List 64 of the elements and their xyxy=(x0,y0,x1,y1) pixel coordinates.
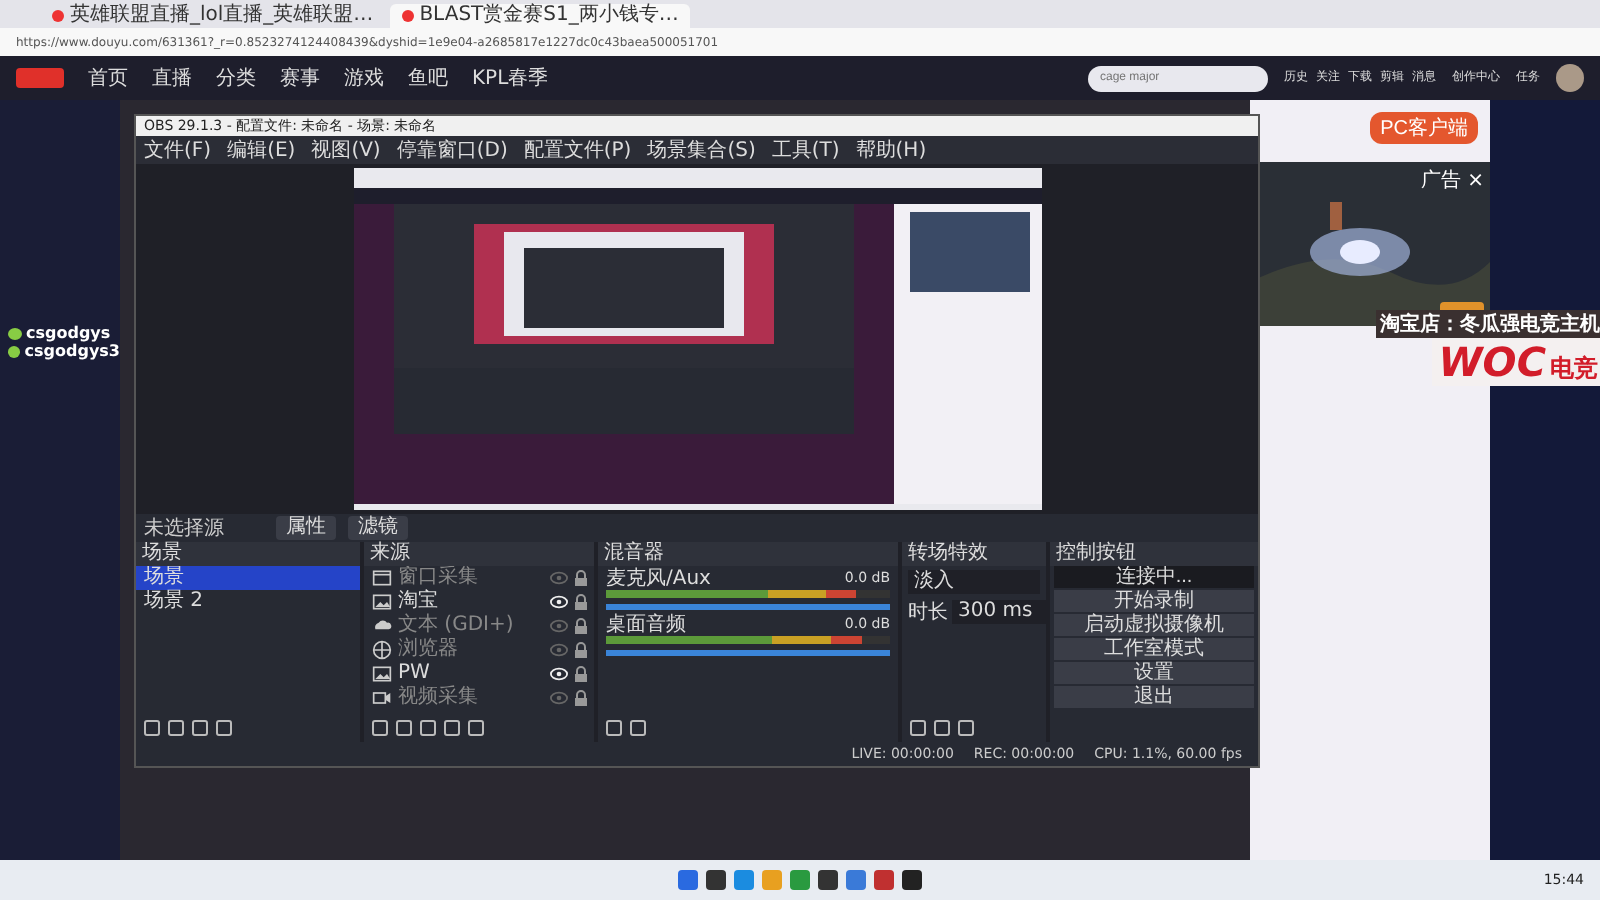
browser-tab[interactable]: BLAST赏金赛S1_两小钱专… xyxy=(389,4,691,28)
nav-link[interactable]: 分类 xyxy=(216,64,256,92)
panel-header: 转场特效 xyxy=(902,542,1046,566)
panel-header: 混音器 xyxy=(598,542,898,566)
menu-item[interactable]: 编辑(E) xyxy=(227,136,296,164)
channel-name: 桌面音频 xyxy=(606,614,686,636)
scene-item[interactable]: 场景 2 xyxy=(136,590,360,614)
nav-link[interactable]: 首页 xyxy=(88,64,128,92)
source-type-icon xyxy=(372,640,392,660)
avatar[interactable] xyxy=(1556,64,1584,92)
menu-item[interactable]: 工具(T) xyxy=(771,136,840,164)
client-button[interactable]: PC客户端 xyxy=(1370,112,1478,144)
control-button[interactable]: 设置 xyxy=(1054,662,1254,684)
chat-username: csgodgys3 xyxy=(0,342,120,360)
source-type-icon xyxy=(372,688,392,708)
lock-icon[interactable] xyxy=(574,570,588,586)
lock-icon[interactable] xyxy=(574,642,588,658)
browser-tab[interactable]: 英雄联盟直播_lol直播_英雄联盟… xyxy=(40,4,386,28)
control-button[interactable]: 退出 xyxy=(1054,686,1254,708)
lock-icon[interactable] xyxy=(574,618,588,634)
control-button[interactable]: 启动虚拟摄像机 xyxy=(1054,614,1254,636)
lock-icon[interactable] xyxy=(574,666,588,682)
source-type-icon xyxy=(372,664,392,684)
nav-link[interactable]: KPL春季 xyxy=(472,64,549,92)
source-item[interactable]: 文本 (GDI+) xyxy=(398,614,544,638)
lock-icon[interactable] xyxy=(574,594,588,610)
source-type-icon xyxy=(372,568,392,588)
menu-item[interactable]: 配置文件(P) xyxy=(523,136,632,164)
source-label: 未选择源 xyxy=(144,515,226,541)
source-item[interactable]: 视频采集 xyxy=(398,686,544,710)
menu-item[interactable]: 帮助(H) xyxy=(855,136,927,164)
lock-icon[interactable] xyxy=(574,690,588,706)
menu-item[interactable]: 视图(V) xyxy=(311,136,381,164)
nav-link[interactable]: 赛事 xyxy=(280,64,320,92)
volume-slider[interactable] xyxy=(606,650,890,656)
brand-logo-text: WOC xyxy=(1438,338,1546,386)
duration-label: 时长 xyxy=(908,599,948,626)
chat-username: csgodgys xyxy=(0,324,120,342)
volume-slider[interactable] xyxy=(606,604,890,610)
menu-item[interactable]: 停靠窗口(D) xyxy=(396,136,508,164)
source-item[interactable]: 淘宝 xyxy=(398,590,544,614)
transition-select[interactable]: 淡入 xyxy=(908,570,1040,594)
control-button[interactable]: 开始录制 xyxy=(1054,590,1254,612)
control-button[interactable]: 连接中... xyxy=(1054,566,1254,588)
nav-link[interactable]: 直播 xyxy=(152,64,192,92)
source-item[interactable]: 浏览器 xyxy=(398,638,544,662)
control-button[interactable]: 工作室模式 xyxy=(1054,638,1254,660)
scene-item[interactable]: 场景 xyxy=(136,566,360,590)
duration-field[interactable]: 300 ms xyxy=(952,600,1046,624)
panel-header: 场景 xyxy=(136,542,360,566)
menu-item[interactable]: 场景集合(S) xyxy=(647,136,756,164)
toolbar-button[interactable]: 属性 xyxy=(276,516,336,540)
source-type-icon xyxy=(372,592,392,612)
nav-link[interactable]: 鱼吧 xyxy=(408,64,448,92)
ad-label: 广告 × xyxy=(1420,167,1484,194)
channel-name: 麦克风/Aux xyxy=(606,568,711,590)
toolbar-button[interactable]: 滤镜 xyxy=(348,516,408,540)
shop-banner: 淘宝店：冬瓜强电竞主机 xyxy=(1376,310,1600,338)
panel-header: 控制按钮 xyxy=(1050,542,1258,566)
panel-header: 来源 xyxy=(364,542,594,566)
menu-item[interactable]: 文件(F) xyxy=(144,136,212,164)
brand-subtitle: 电竞 xyxy=(1550,352,1598,386)
source-item[interactable]: PW xyxy=(398,662,544,686)
nav-link[interactable]: 游戏 xyxy=(344,64,384,92)
